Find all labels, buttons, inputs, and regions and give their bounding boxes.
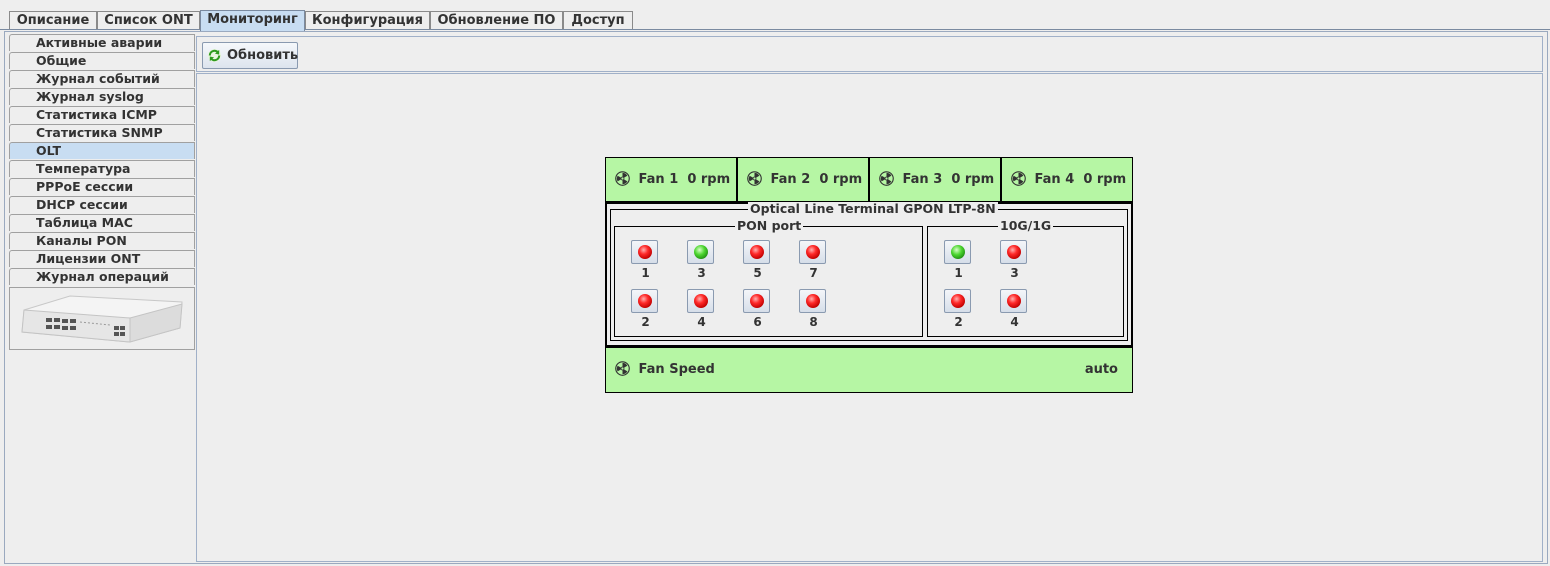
pon-port-label: PON port <box>735 218 804 233</box>
fan-2-value: 0 rpm <box>819 172 863 187</box>
uplink-port-1-number: 1 <box>954 266 963 280</box>
uplink-port-label: 10G/1G <box>998 218 1054 233</box>
fan-2-label: Fan 2 <box>770 172 811 187</box>
sidebar-item-dhcp-sessions[interactable]: DHCP сессии <box>9 196 195 213</box>
tab-description[interactable]: Описание <box>9 11 97 30</box>
pon-port-1-button[interactable] <box>631 240 658 264</box>
fan-3-value: 0 rpm <box>951 172 995 187</box>
tab-access[interactable]: Доступ <box>563 11 633 30</box>
fan-1-label: Fan 1 <box>638 172 679 187</box>
pon-port-2-number: 2 <box>641 315 650 329</box>
tab-monitoring[interactable]: Мониторинг <box>200 10 305 31</box>
sidebar-item-pon-channels[interactable]: Каналы PON <box>9 232 195 249</box>
pon-port-4-number: 4 <box>697 315 706 329</box>
fan-4-status: Fan 4 0 rpm <box>1001 157 1133 202</box>
tab-ont-list[interactable]: Список ONT <box>97 11 200 30</box>
main-tabbar: Описание Список ONT Мониторинг Конфигура… <box>0 0 1550 31</box>
fan-icon <box>879 171 894 186</box>
pon-port-5-number: 5 <box>753 266 762 280</box>
fan-icon <box>747 171 762 186</box>
sidebar-item-event-log[interactable]: Журнал событий <box>9 70 195 87</box>
fan-icon <box>1011 171 1026 186</box>
tab-configuration[interactable]: Конфигурация <box>305 11 430 30</box>
fan-icon <box>615 361 630 376</box>
pon-port-4-button[interactable] <box>687 289 714 313</box>
status-led-icon <box>750 245 764 259</box>
sidebar-item-olt[interactable]: OLT <box>9 142 195 159</box>
sidebar-item-pppoe-sessions[interactable]: PPPoE сессии <box>9 178 195 195</box>
uplink-port-3-button[interactable] <box>1000 240 1027 264</box>
sidebar-item-temperature[interactable]: Температура <box>9 160 195 177</box>
fan-3-label: Fan 3 <box>902 172 943 187</box>
refresh-button[interactable]: Обновить <box>202 42 298 69</box>
status-led-icon <box>638 294 652 308</box>
refresh-label: Обновить <box>227 48 299 63</box>
status-led-icon <box>750 294 764 308</box>
fan-row: Fan 1 0 rpm Fan 2 0 rpm Fan 3 0 rpm Fan … <box>605 157 1133 202</box>
olt-device-panel: Fan 1 0 rpm Fan 2 0 rpm Fan 3 0 rpm Fan … <box>605 157 1133 393</box>
olt-title: Optical Line Terminal GPON LTP-8N <box>748 201 998 216</box>
sidebar-item-mac-table[interactable]: Таблица MAC <box>9 214 195 231</box>
pon-port-1-number: 1 <box>641 266 650 280</box>
uplink-port-4-button[interactable] <box>1000 289 1027 313</box>
pon-port-7-button[interactable] <box>799 240 826 264</box>
sidebar-item-syslog[interactable]: Журнал syslog <box>9 88 195 105</box>
status-led-icon <box>638 245 652 259</box>
sidebar-item-operations-log[interactable]: Журнал операций <box>9 268 195 285</box>
olt-chassis: Optical Line Terminal GPON LTP-8N PON po… <box>605 202 1133 347</box>
status-led-icon <box>951 245 965 259</box>
fan-speed-value[interactable]: auto <box>1085 348 1118 392</box>
status-led-icon <box>806 294 820 308</box>
sidebar-item-icmp-stats[interactable]: Статистика ICMP <box>9 106 195 123</box>
status-led-icon <box>1007 245 1021 259</box>
uplink-port-group: 10G/1G 1 3 2 4 <box>927 219 1124 337</box>
fan-1-value: 0 rpm <box>687 172 731 187</box>
uplink-port-2-button[interactable] <box>944 289 971 313</box>
pon-port-6-number: 6 <box>753 315 762 329</box>
sidebar-item-general[interactable]: Общие <box>9 52 195 69</box>
pon-port-8-button[interactable] <box>799 289 826 313</box>
sidebar-item-ont-licenses[interactable]: Лицензии ONT <box>9 250 195 267</box>
pon-port-3-button[interactable] <box>687 240 714 264</box>
pon-port-5-button[interactable] <box>743 240 770 264</box>
pon-port-3-number: 3 <box>697 266 706 280</box>
fan-speed-label: Fan Speed <box>638 362 715 377</box>
uplink-port-4-number: 4 <box>1010 315 1019 329</box>
content-toolbar: Обновить <box>196 36 1543 72</box>
fan-3-status: Fan 3 0 rpm <box>869 157 1001 202</box>
monitoring-sidebar: Активные аварии Общие Журнал событий Жур… <box>9 34 195 350</box>
refresh-icon <box>207 48 222 63</box>
pon-port-group: PON port 1 3 5 7 2 4 6 8 <box>614 219 923 337</box>
pon-port-2-button[interactable] <box>631 289 658 313</box>
fan-4-label: Fan 4 <box>1034 172 1075 187</box>
tab-firmware-update[interactable]: Обновление ПО <box>430 11 563 30</box>
status-led-icon <box>951 294 965 308</box>
fan-1-status: Fan 1 0 rpm <box>605 157 737 202</box>
olt-device-icon <box>21 295 183 343</box>
uplink-port-2-number: 2 <box>954 315 963 329</box>
fan-speed-row: Fan Speed auto <box>605 347 1133 393</box>
olt-device-image <box>9 287 195 350</box>
status-led-icon <box>1007 294 1021 308</box>
pon-port-8-number: 8 <box>809 315 818 329</box>
status-led-icon <box>694 294 708 308</box>
pon-port-6-button[interactable] <box>743 289 770 313</box>
uplink-port-1-button[interactable] <box>944 240 971 264</box>
sidebar-item-snmp-stats[interactable]: Статистика SNMP <box>9 124 195 141</box>
status-led-icon <box>694 245 708 259</box>
status-led-icon <box>806 245 820 259</box>
fan-2-status: Fan 2 0 rpm <box>737 157 869 202</box>
sidebar-item-active-alarms[interactable]: Активные аварии <box>9 34 195 51</box>
fan-icon <box>615 171 630 186</box>
uplink-port-3-number: 3 <box>1010 266 1019 280</box>
olt-chassis-frame: Optical Line Terminal GPON LTP-8N PON po… <box>610 202 1128 341</box>
fan-4-value: 0 rpm <box>1083 172 1127 187</box>
pon-port-7-number: 7 <box>809 266 818 280</box>
